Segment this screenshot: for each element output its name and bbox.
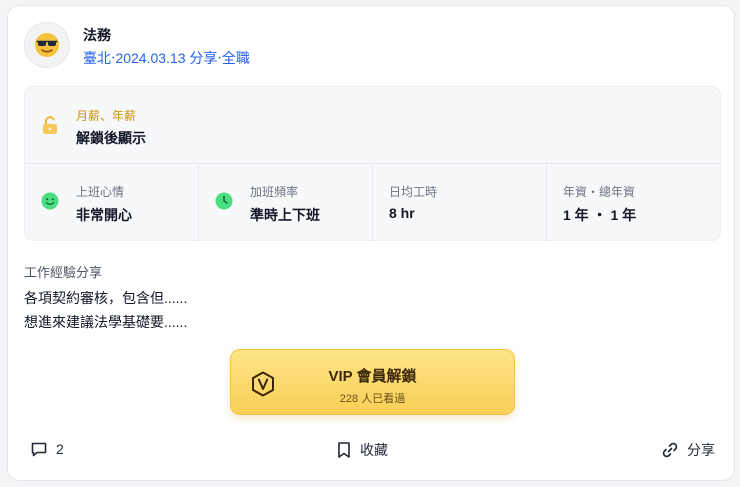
- stat-mood: 上班心情 非常開心: [25, 163, 199, 241]
- comments-button[interactable]: 2: [30, 440, 64, 458]
- comments-count: 2: [56, 441, 64, 457]
- stat-value: 1 年 ・ 1 年: [563, 207, 637, 223]
- bookmark-icon: [338, 442, 350, 458]
- sunglasses-face-icon: [35, 33, 59, 57]
- experience-line: 各項契約審核，包含但......: [24, 290, 188, 306]
- stats-row: 上班心情 非常開心 加班頻率 準時上下班 日均工時 8 hr 年資・總年資 1 …: [25, 163, 720, 241]
- experience-title: 工作經驗分享: [24, 265, 103, 280]
- save-label: 收藏: [360, 442, 388, 458]
- stat-seniority: 年資・總年資 1 年 ・ 1 年: [547, 163, 720, 241]
- avatar: [24, 22, 70, 68]
- save-button[interactable]: 收藏: [336, 440, 388, 460]
- stat-label: 上班心情: [76, 185, 125, 199]
- vip-unlock-button[interactable]: VIP 會員解鎖 228 人已看過: [230, 349, 515, 415]
- salary-row: 月薪、年薪 解鎖後顯示: [25, 87, 720, 164]
- stat-overtime: 加班頻率 準時上下班: [199, 163, 373, 241]
- salary-value: 解鎖後顯示: [76, 130, 146, 146]
- experience-line: 想進來建議法學基礎要......: [24, 314, 188, 330]
- share-label: 分享: [687, 442, 715, 458]
- stat-label: 年資・總年資: [563, 185, 636, 199]
- post-meta[interactable]: 臺北‧2024.03.13 分享‧全職: [83, 48, 250, 68]
- salary-label: 月薪、年薪: [76, 109, 137, 123]
- stat-label: 日均工時: [389, 185, 438, 199]
- job-info-box: 月薪、年薪 解鎖後顯示 上班心情 非常開心 加班頻率 準時上下班 日均工時 8 …: [24, 86, 721, 241]
- post-title: 法務: [83, 27, 111, 43]
- stat-label: 加班頻率: [250, 185, 299, 199]
- stat-value: 非常開心: [76, 207, 132, 223]
- clock-icon: [215, 192, 233, 210]
- vip-view-count: 228 人已看過: [339, 393, 406, 405]
- stat-value: 準時上下班: [250, 207, 320, 223]
- stat-hours: 日均工時 8 hr: [373, 163, 547, 241]
- smile-icon: [41, 192, 59, 210]
- comment-icon: [31, 442, 47, 457]
- post-card: 法務 臺北‧2024.03.13 分享‧全職 月薪、年薪 解鎖後顯示 上班心情: [7, 5, 735, 481]
- link-icon: [662, 442, 678, 458]
- vip-title: VIP 會員解鎖: [328, 368, 417, 385]
- post-footer: 2 收藏 分享: [8, 436, 734, 464]
- stat-value: 8 hr: [389, 205, 415, 221]
- share-button[interactable]: 分享: [661, 440, 715, 460]
- unlock-icon: [43, 116, 57, 134]
